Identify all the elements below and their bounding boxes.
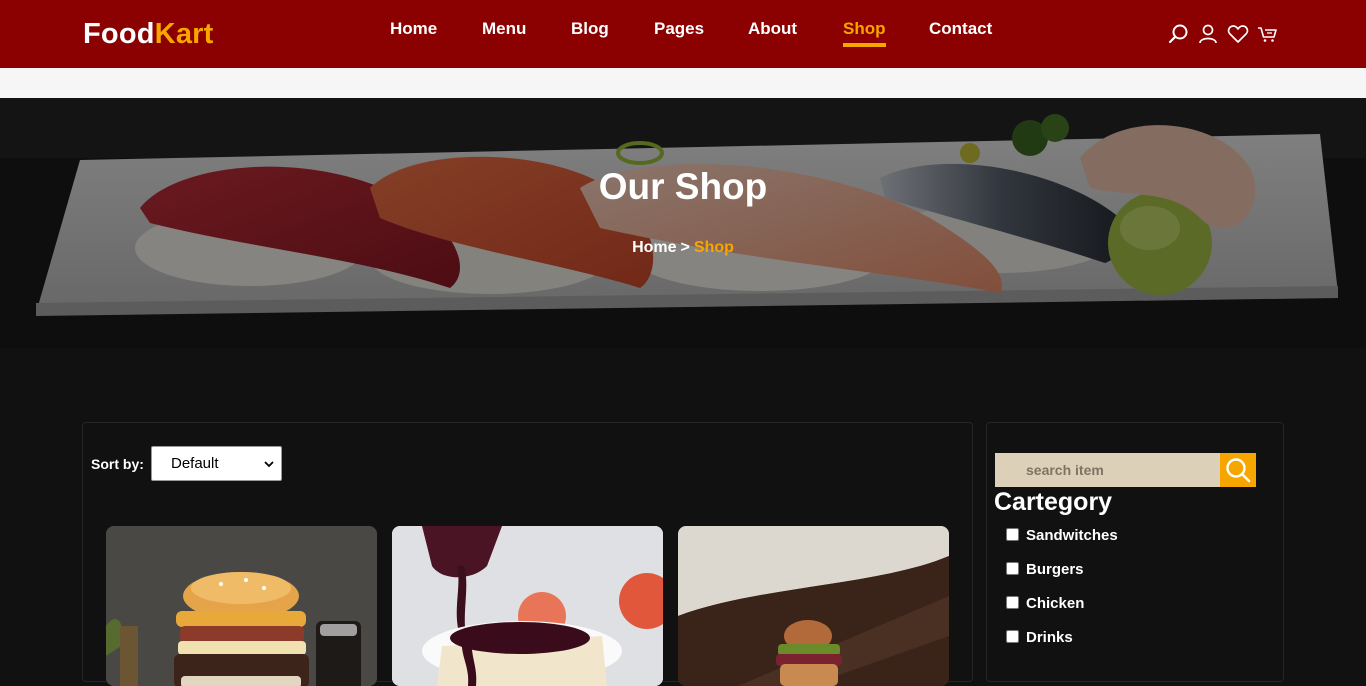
heart-icon[interactable]	[1226, 22, 1250, 46]
hero-banner: Our Shop Home > Shop	[0, 98, 1366, 348]
breadcrumb: Home > Shop	[0, 239, 1366, 257]
product-card[interactable]	[106, 526, 377, 686]
sort-label: Sort by:	[91, 456, 144, 472]
sushi-banner-image	[0, 98, 1366, 348]
burger-photo	[106, 526, 377, 686]
page-title: Our Shop	[598, 166, 768, 207]
cart-icon[interactable]	[1256, 22, 1280, 46]
breadcrumb-home[interactable]: Home	[632, 239, 676, 256]
header-gap-strip	[0, 68, 1366, 98]
nav-home[interactable]: Home	[390, 19, 437, 39]
slider-burger-photo	[678, 526, 949, 686]
category-checkbox[interactable]	[1006, 562, 1019, 575]
search-icon[interactable]	[1167, 22, 1191, 46]
category-label: Drinks	[1026, 629, 1073, 646]
search-input[interactable]: search item	[995, 453, 1220, 487]
category-checkbox[interactable]	[1006, 596, 1019, 609]
nav-pages[interactable]: Pages	[654, 19, 704, 39]
site-header: FoodKart Home Menu Blog Pages About Shop…	[0, 0, 1366, 68]
category-checkbox[interactable]	[1006, 528, 1019, 541]
user-icon[interactable]	[1196, 22, 1220, 46]
nav-shop[interactable]: Shop	[843, 19, 886, 47]
product-card[interactable]	[678, 526, 949, 686]
category-label: Sandwitches	[1026, 527, 1118, 544]
cheesecake-photo	[392, 526, 663, 686]
breadcrumb-current: Shop	[693, 239, 734, 256]
nav-menu[interactable]: Menu	[482, 19, 526, 39]
breadcrumb-separator: >	[680, 239, 690, 256]
category-checkbox[interactable]	[1006, 630, 1019, 643]
nav-contact[interactable]: Contact	[929, 19, 992, 39]
search-button[interactable]	[1220, 453, 1256, 487]
main-nav: Home Menu Blog Pages About Shop Contact	[0, 19, 1366, 49]
chevron-down-icon	[264, 461, 274, 468]
category-label: Chicken	[1026, 595, 1085, 612]
product-card[interactable]	[392, 526, 663, 686]
category-label: Burgers	[1026, 561, 1084, 578]
search-icon	[1226, 458, 1251, 483]
category-title: Cartegory	[994, 488, 1113, 516]
nav-about[interactable]: About	[748, 19, 797, 39]
sort-select[interactable]: Default	[151, 446, 282, 481]
sort-selected-value: Default	[171, 455, 219, 472]
nav-blog[interactable]: Blog	[571, 19, 609, 39]
